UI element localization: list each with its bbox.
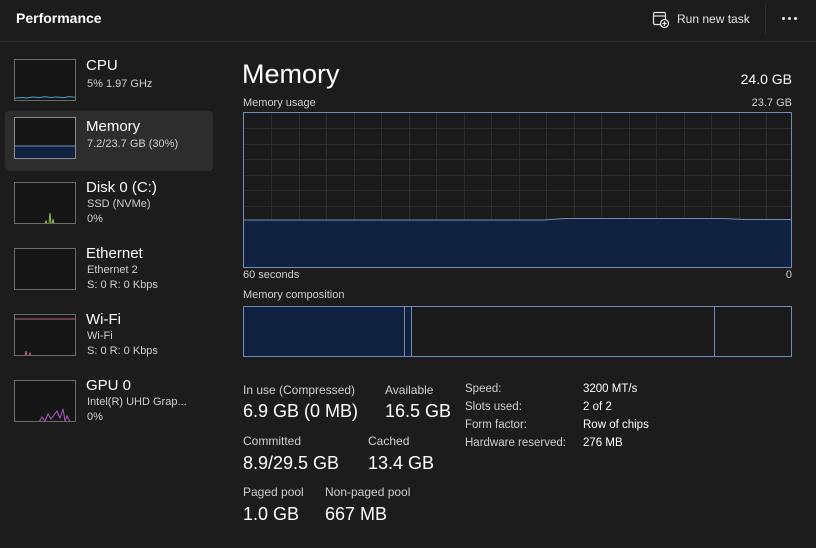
composition-modified[interactable] xyxy=(406,307,412,356)
sidebar-item-cpu[interactable]: CPU 5% 1.97 GHz xyxy=(5,53,213,113)
memory-usage-graph xyxy=(243,112,792,268)
graph-time-right: 0 xyxy=(785,269,792,281)
paged-pool-value: 1.0 GB xyxy=(243,504,300,524)
sidebar-item-ethernet[interactable]: Ethernet Ethernet 2 S: 0 R: 0 Kbps xyxy=(5,242,213,302)
gpu-thumbnail xyxy=(14,380,76,422)
page-title: Memory xyxy=(242,59,340,89)
sidebar-item-detail: 0% xyxy=(87,213,103,225)
sidebar-item-detail: Intel(R) UHD Grap... xyxy=(87,396,187,408)
more-options-icon[interactable] xyxy=(774,8,804,28)
cached-label: Cached xyxy=(368,434,410,448)
committed-value: 8.9/29.5 GB xyxy=(243,453,340,473)
sidebar-item-detail: S: 0 R: 0 Kbps xyxy=(87,279,158,291)
sidebar-item-memory[interactable]: Memory 7.2/23.7 GB (30%) xyxy=(5,111,213,171)
sidebar-item-detail: S: 0 R: 0 Kbps xyxy=(87,345,158,357)
wifi-thumbnail xyxy=(14,314,76,356)
sidebar: CPU 5% 1.97 GHz Memory 7.2/23.7 GB (30%)… xyxy=(0,43,222,548)
slots-used-value: 2 of 2 xyxy=(583,401,612,413)
committed-label: Committed xyxy=(243,434,302,448)
memory-detail-panel: Memory 24.0 GB Memory usage 23.7 GB 60 s… xyxy=(222,43,816,548)
non-paged-pool-value: 667 MB xyxy=(325,504,388,524)
sidebar-item-detail: 0% xyxy=(87,411,103,423)
graph-time-left: 60 seconds xyxy=(243,269,300,281)
memory-usage-label: Memory usage xyxy=(243,97,316,109)
memory-thumbnail xyxy=(14,117,76,159)
hardware-reserved-label: Hardware reserved: xyxy=(465,437,566,449)
sidebar-item-detail: SSD (NVMe) xyxy=(87,198,151,210)
in-use-label: In use (Compressed) xyxy=(243,383,356,397)
ethernet-thumbnail xyxy=(14,248,76,290)
run-new-task-button[interactable]: Run new task xyxy=(652,8,750,30)
memory-composition-bar xyxy=(243,306,792,357)
sidebar-item-label: Wi-Fi xyxy=(86,311,121,328)
sidebar-item-label: CPU xyxy=(86,57,118,74)
speed-value: 3200 MT/s xyxy=(583,383,638,395)
non-paged-pool-label: Non-paged pool xyxy=(325,485,411,499)
paged-pool-label: Paged pool xyxy=(243,485,304,499)
sidebar-item-detail: 5% 1.97 GHz xyxy=(87,78,153,90)
available-label: Available xyxy=(385,383,434,397)
title-bar: Performance Run new task xyxy=(0,0,816,42)
memory-composition-label: Memory composition xyxy=(243,289,345,301)
sidebar-item-disk[interactable]: Disk 0 (C:) SSD (NVMe) 0% xyxy=(5,176,213,236)
composition-in-use[interactable] xyxy=(244,307,405,356)
speed-label: Speed: xyxy=(465,383,502,395)
memory-usage-max: 23.7 GB xyxy=(751,97,792,109)
in-use-value: 6.9 GB (0 MB) xyxy=(243,401,359,421)
page-header-title: Performance xyxy=(16,10,102,26)
sidebar-item-detail: Wi-Fi xyxy=(87,330,113,342)
cached-value: 13.4 GB xyxy=(368,453,435,473)
sidebar-item-label: GPU 0 xyxy=(86,377,132,394)
sidebar-item-label: Memory xyxy=(86,118,141,135)
sidebar-item-gpu[interactable]: GPU 0 Intel(R) UHD Grap... 0% xyxy=(5,374,213,434)
hardware-reserved-value: 276 MB xyxy=(583,437,623,449)
header-divider xyxy=(765,4,766,34)
sidebar-item-label: Ethernet xyxy=(86,245,143,262)
composition-free[interactable] xyxy=(716,307,791,356)
total-memory: 24.0 GB xyxy=(740,71,792,87)
form-factor-value: Row of chips xyxy=(583,419,649,431)
slots-used-label: Slots used: xyxy=(465,401,522,413)
run-new-task-label: Run new task xyxy=(677,12,750,26)
sidebar-item-label: Disk 0 (C:) xyxy=(86,179,157,196)
cpu-thumbnail xyxy=(14,59,76,101)
sidebar-item-wifi[interactable]: Wi-Fi Wi-Fi S: 0 R: 0 Kbps xyxy=(5,308,213,368)
disk-thumbnail xyxy=(14,182,76,224)
form-factor-label: Form factor: xyxy=(465,419,527,431)
available-value: 16.5 GB xyxy=(385,401,452,421)
run-task-icon xyxy=(652,11,669,28)
composition-standby[interactable] xyxy=(413,307,715,356)
sidebar-item-detail: Ethernet 2 xyxy=(87,264,138,276)
sidebar-item-detail: 7.2/23.7 GB (30%) xyxy=(87,138,179,150)
